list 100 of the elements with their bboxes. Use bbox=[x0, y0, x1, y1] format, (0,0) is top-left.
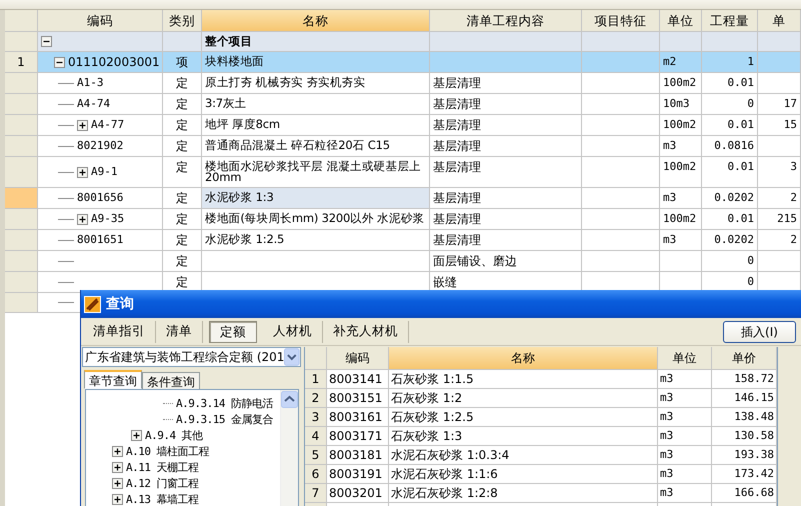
table-row[interactable]: 定 面层铺设、磨边 0 bbox=[5, 251, 801, 272]
collapse-icon[interactable] bbox=[41, 36, 52, 47]
table-cell: 193.38 bbox=[712, 446, 777, 465]
table-cell: 石灰砂浆 1:2.5 bbox=[389, 408, 658, 427]
column-header[interactable]: 项目特征 bbox=[582, 10, 660, 32]
item-code: 8021902 bbox=[77, 140, 124, 152]
dialog-title: 查询 bbox=[106, 295, 134, 313]
tab[interactable]: 章节查询 bbox=[84, 370, 142, 389]
table-row[interactable]: A4-74 定 3:7灰土 基层清理 10m3 0 17 bbox=[5, 94, 801, 115]
scrollbar[interactable] bbox=[280, 390, 298, 506]
item-code: A4-77 bbox=[91, 119, 124, 131]
tab[interactable]: 补充人材机 bbox=[323, 320, 409, 342]
tab[interactable]: 定额 bbox=[209, 320, 257, 342]
tab[interactable]: 人材机 bbox=[263, 320, 323, 342]
item-code: A4-74 bbox=[77, 98, 110, 110]
column-header[interactable]: 单价 bbox=[712, 347, 777, 370]
column-header[interactable]: 编码 bbox=[327, 347, 389, 370]
table-cell: m3 bbox=[658, 427, 712, 446]
table-cell: 146.15 bbox=[712, 389, 777, 408]
expand-icon[interactable] bbox=[77, 166, 88, 178]
table-cell: m3 bbox=[658, 370, 712, 389]
table-cell: m3 bbox=[658, 408, 712, 427]
expand-icon[interactable] bbox=[112, 494, 123, 504]
tab[interactable]: 清单指引 bbox=[83, 320, 156, 342]
table-cell: 石灰砂浆 1:2 bbox=[389, 389, 658, 408]
tab[interactable]: 条件查询 bbox=[142, 372, 200, 389]
table-cell: 水泥石灰砂浆 1:2:8 bbox=[389, 484, 658, 503]
expand-icon[interactable] bbox=[77, 120, 88, 130]
expand-icon[interactable] bbox=[131, 430, 142, 440]
table-cell: 8003191 bbox=[327, 465, 389, 484]
item-code: 011102003001 bbox=[68, 56, 160, 68]
table-cell: 石灰砂浆 1:3 bbox=[389, 427, 658, 446]
column-header[interactable]: 名称 bbox=[202, 10, 430, 32]
table-cell: 8003181 bbox=[327, 446, 389, 465]
table-row[interactable]: 1 011102003001 项 块料楼地面 m2 1 bbox=[5, 52, 801, 73]
table-cell: 173.42 bbox=[712, 465, 777, 484]
tree-item[interactable]: A.11 天棚工程 bbox=[126, 460, 199, 474]
column-header[interactable]: 工程量 bbox=[702, 10, 758, 32]
table-row[interactable]: 整个项目 bbox=[5, 32, 801, 52]
table-cell: 水泥石灰砂浆 1:1:6 bbox=[389, 465, 658, 484]
column-header[interactable]: 编码 bbox=[38, 10, 163, 32]
table-cell: m3 bbox=[658, 465, 712, 484]
table-cell: 水泥砂浆 1:3 bbox=[202, 188, 430, 209]
table-cell: 8003161 bbox=[327, 408, 389, 427]
header-corner bbox=[5, 10, 38, 32]
tree-item[interactable]: A.9.3.14 防静电活 bbox=[176, 396, 274, 410]
column-header[interactable]: 类别 bbox=[163, 10, 202, 32]
scroll-up-button[interactable] bbox=[281, 391, 298, 408]
table-cell: 石灰砂浆 1:1.5 bbox=[389, 370, 658, 389]
table-cell: 166.68 bbox=[712, 484, 777, 503]
row-header: 1 bbox=[5, 52, 38, 73]
tree-item[interactable]: A.9.4 其他 bbox=[145, 428, 203, 442]
item-code: 8001651 bbox=[77, 234, 124, 246]
table-cell: 水泥石灰砂浆 1:0.3:4 bbox=[389, 446, 658, 465]
row-header: 5 bbox=[305, 446, 327, 465]
expand-icon[interactable] bbox=[112, 446, 123, 456]
tab[interactable]: 清单 bbox=[156, 320, 203, 342]
table-cell: 8003151 bbox=[327, 389, 389, 408]
column-header[interactable]: 清单工程内容 bbox=[430, 10, 582, 32]
table-cell: 8003171 bbox=[327, 427, 389, 446]
row-header: 3 bbox=[305, 408, 327, 427]
row-header: 1 bbox=[305, 370, 327, 389]
table-cell: m3 bbox=[658, 389, 712, 408]
item-code: A9-35 bbox=[91, 213, 124, 225]
expand-icon[interactable] bbox=[112, 462, 123, 472]
app-icon bbox=[84, 296, 101, 312]
expand-icon[interactable] bbox=[77, 214, 88, 224]
tree-item[interactable]: A.9.3.15 金属复合 bbox=[176, 412, 274, 426]
table-row[interactable]: A9-1 定 楼地面水泥砂浆找平层 混凝土或硬基层上 20mm 基层清理 100m2 0.01 3 bbox=[5, 157, 801, 188]
column-header[interactable]: 名称 bbox=[389, 347, 658, 370]
table-row[interactable]: 8001656 定 水泥砂浆 1:3 基层清理 m3 0.0202 2 bbox=[5, 188, 801, 209]
table-row[interactable]: A9-35 定 楼地面(每块周长mm) 3200以外 水泥砂浆 基层清理 100m2 0.01 215 bbox=[5, 209, 801, 230]
item-code: A9-1 bbox=[91, 166, 118, 178]
collapse-icon[interactable] bbox=[54, 56, 65, 68]
row-header: 7 bbox=[305, 484, 327, 503]
column-header[interactable]: 单位 bbox=[660, 10, 702, 32]
table-cell: 8003201 bbox=[327, 484, 389, 503]
table-cell: 130.58 bbox=[712, 427, 777, 446]
tree-item[interactable]: A.10 墙柱面工程 bbox=[126, 444, 210, 458]
tree-item[interactable]: A.12 门窗工程 bbox=[126, 476, 199, 490]
row-header: 4 bbox=[305, 427, 327, 446]
table-row[interactable]: 8021902 定 普通商品混凝土 碎石粒径20石 C15 基层清理 m3 0.0816 bbox=[5, 136, 801, 157]
tree-item[interactable]: A.13 幕墙工程 bbox=[126, 492, 199, 506]
expand-icon[interactable] bbox=[112, 478, 123, 488]
library-dropdown[interactable]: 广东省建筑与装饰工程综合定额 (201 bbox=[82, 347, 301, 367]
table-cell: 158.72 bbox=[712, 370, 777, 389]
item-code: 8001656 bbox=[77, 192, 124, 204]
column-header[interactable]: 单 bbox=[758, 10, 801, 32]
table-cell: 8003141 bbox=[327, 370, 389, 389]
table-cell: 138.48 bbox=[712, 408, 777, 427]
table-row[interactable]: A1-3 定 原土打夯 机械夯实 夯实机夯实 基层清理 100m2 0.01 bbox=[5, 73, 801, 94]
table-row[interactable]: A4-77 定 地坪 厚度8cm 基层清理 100m2 0.01 15 bbox=[5, 115, 801, 136]
header-corner bbox=[305, 347, 327, 370]
column-header[interactable]: 单位 bbox=[658, 347, 712, 370]
insert-button[interactable]: 插入(I) bbox=[723, 321, 796, 343]
item-code: A1-3 bbox=[77, 77, 104, 89]
table-cell: m3 bbox=[658, 484, 712, 503]
row-header: 6 bbox=[305, 465, 327, 484]
table-row[interactable]: 8001651 定 水泥砂浆 1:2.5 基层清理 m3 0.0202 2 bbox=[5, 230, 801, 251]
table-cell: m3 bbox=[658, 446, 712, 465]
